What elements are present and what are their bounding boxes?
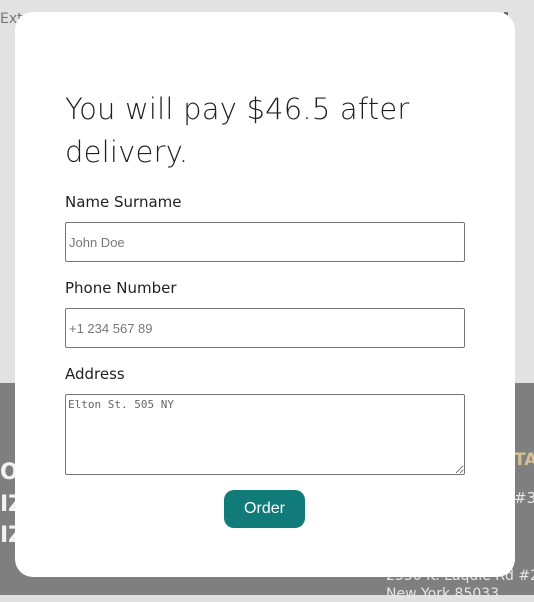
name-label: Name Surname bbox=[65, 193, 182, 211]
footer-restaurant-line: #3 bbox=[514, 489, 534, 507]
address-textarea[interactable] bbox=[65, 394, 465, 475]
modal-title: You will pay $46.5 after delivery. bbox=[65, 92, 410, 169]
phone-input[interactable] bbox=[65, 308, 465, 348]
phone-label: Phone Number bbox=[65, 279, 177, 297]
footer-address-line-2: New York 85033 bbox=[386, 586, 500, 602]
footer-restaurant-heading: TAU bbox=[514, 450, 534, 470]
address-label: Address bbox=[65, 365, 125, 383]
name-input[interactable] bbox=[65, 222, 465, 262]
payment-modal: You will pay $46.5 after delivery. Name … bbox=[15, 12, 515, 577]
order-button[interactable]: Order bbox=[224, 490, 305, 528]
